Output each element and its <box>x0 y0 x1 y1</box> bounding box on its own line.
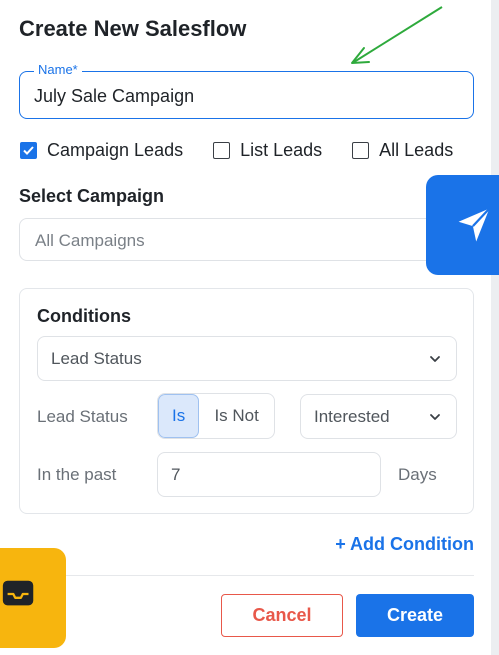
lead-status-label: Lead Status <box>37 407 128 426</box>
create-salesflow-dialog: Create New Salesflow Name* July Sale Cam… <box>0 0 499 655</box>
conditions-card: Conditions Lead Status Lead Status Is Is… <box>19 288 474 514</box>
send-fab-button[interactable] <box>426 175 499 275</box>
campaign-select-value: All Campaigns <box>35 231 145 250</box>
add-condition-button[interactable]: + Add Condition <box>335 534 474 555</box>
create-button[interactable]: Create <box>356 594 474 637</box>
send-icon <box>458 207 491 242</box>
inbox-icon <box>2 580 34 606</box>
chevron-down-icon <box>430 355 440 362</box>
dialog-title: Create New Salesflow <box>19 16 247 41</box>
list-leads-label: List Leads <box>240 139 323 160</box>
name-label: Name* <box>34 62 82 77</box>
all-leads-label: All Leads <box>379 139 454 160</box>
name-field[interactable]: Name* July Sale Campaign <box>19 62 474 119</box>
operator-toggle: Is Is Not <box>157 393 275 439</box>
lead-status-value: Interested <box>314 406 390 426</box>
condition-field-value: Lead Status <box>51 348 142 368</box>
lead-type-options: Campaign Leads List Leads All Leads <box>20 139 453 161</box>
operator-is[interactable]: Is <box>158 394 200 438</box>
checkbox-checked-icon[interactable] <box>20 141 37 159</box>
in-the-past-label: In the past <box>37 465 117 484</box>
inbox-widget-button[interactable] <box>0 548 66 648</box>
days-input[interactable]: 7 <box>157 452 381 497</box>
campaign-leads-label: Campaign Leads <box>47 139 184 160</box>
footer-divider <box>19 575 474 576</box>
chevron-down-icon <box>430 413 440 420</box>
campaign-leads-checkbox[interactable]: Campaign Leads <box>20 140 183 161</box>
days-input-value[interactable]: 7 <box>171 465 180 485</box>
conditions-title: Conditions <box>37 306 131 326</box>
checkbox-icon[interactable] <box>352 141 370 159</box>
lead-status-value-select[interactable]: Interested <box>300 394 457 439</box>
select-campaign-label: Select Campaign <box>19 186 165 206</box>
checkbox-icon[interactable] <box>213 141 231 159</box>
condition-field-select[interactable]: Lead Status <box>37 336 457 381</box>
days-unit-label: Days <box>398 465 437 484</box>
name-input[interactable]: July Sale Campaign <box>34 86 194 107</box>
scrollbar-track[interactable] <box>491 0 499 655</box>
list-leads-checkbox[interactable]: List Leads <box>213 140 322 161</box>
operator-is-not[interactable]: Is Not <box>199 394 274 438</box>
annotation-arrow <box>351 6 443 64</box>
campaign-select[interactable]: All Campaigns <box>19 218 474 261</box>
cancel-button[interactable]: Cancel <box>221 594 343 637</box>
all-leads-checkbox[interactable]: All Leads <box>352 140 453 161</box>
